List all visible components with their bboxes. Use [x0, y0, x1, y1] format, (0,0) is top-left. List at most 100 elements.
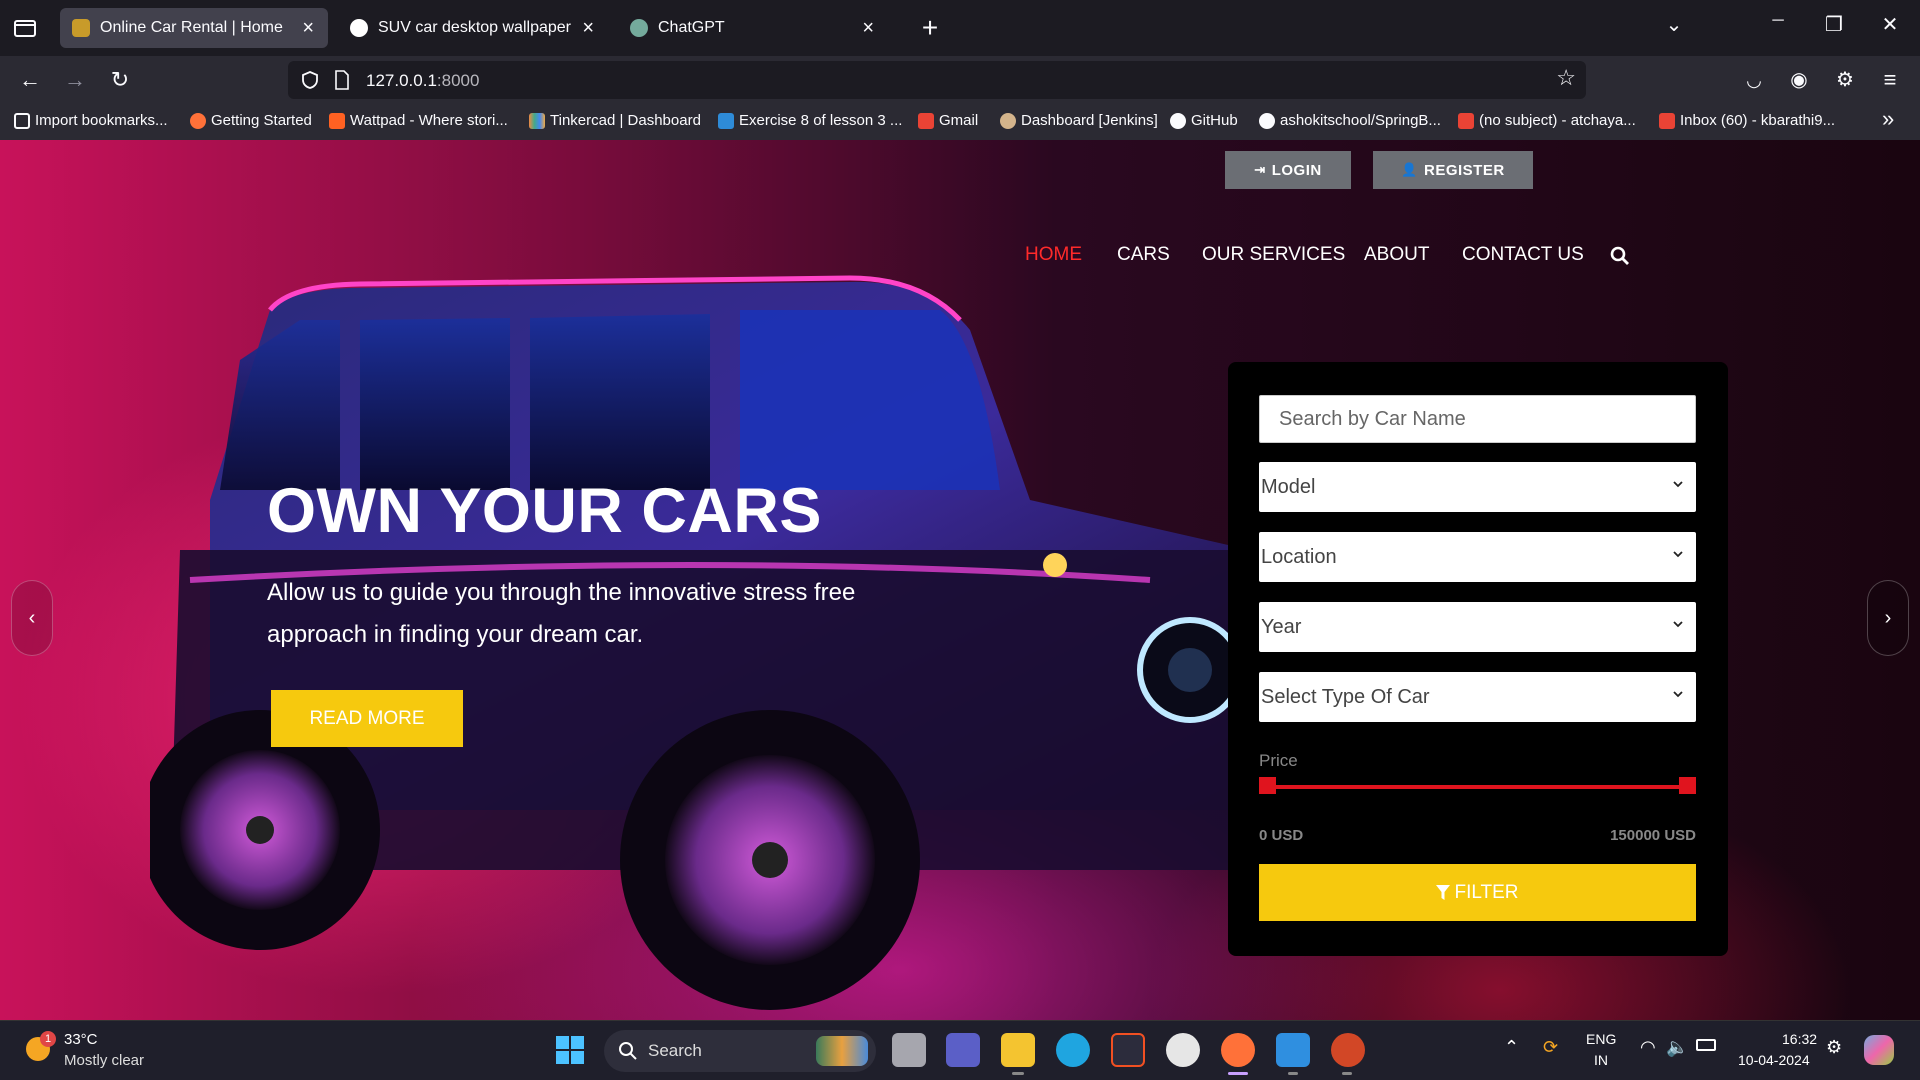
forward-arrow-icon[interactable]: → [61, 66, 89, 94]
price-label: Price [1259, 751, 1298, 770]
search-icon[interactable] [1610, 246, 1630, 266]
bookmark-import[interactable]: Import bookmarks... [14, 112, 168, 129]
pocket-icon[interactable]: ◡ [1740, 66, 1768, 94]
url-port: :8000 [436, 71, 480, 90]
price-max-handle[interactable] [1679, 777, 1696, 794]
chevron-down-icon [1673, 551, 1683, 558]
notification-settings-icon[interactable]: ⚙ [1826, 1037, 1842, 1058]
powerpoint-icon[interactable] [1331, 1033, 1365, 1067]
car-filter-panel: Search by Car Name Model Location Year S… [1228, 362, 1728, 956]
chevron-right-icon: › [1884, 606, 1892, 629]
import-icon [14, 112, 30, 129]
nav-our-services[interactable]: OUR SERVICES [1202, 244, 1345, 266]
sync-icon[interactable]: ⟳ [1543, 1037, 1558, 1058]
reload-icon[interactable]: ↻ [106, 66, 134, 94]
price-min-handle[interactable] [1259, 777, 1276, 794]
bookmark-wattpad[interactable]: Wattpad - Where stori... [329, 112, 508, 129]
carousel-next-button[interactable]: › [1867, 580, 1909, 656]
menu-icon[interactable]: ≡ [1876, 66, 1904, 94]
language-indicator[interactable]: ENG [1586, 1031, 1616, 1047]
bookmark-tinkercad[interactable]: Tinkercad | Dashboard [529, 112, 701, 129]
chatgpt-favicon-icon [630, 19, 648, 37]
search-icon [619, 1042, 637, 1060]
register-button[interactable]: 👤 REGISTER [1373, 151, 1533, 189]
weather-widget[interactable]: 1 [22, 1031, 56, 1065]
bookmark-label: Tinkercad | Dashboard [550, 112, 701, 129]
nav-cars[interactable]: CARS [1117, 244, 1170, 266]
battery-icon[interactable] [1696, 1039, 1716, 1051]
bookmark-jenkins[interactable]: Dashboard [Jenkins] [1000, 112, 1158, 129]
bookmarks-overflow-icon[interactable]: » [1882, 106, 1894, 132]
bookmark-label: Import bookmarks... [35, 112, 168, 129]
tab-title: Online Car Rental | Home [100, 19, 283, 36]
year-select[interactable]: Year [1259, 602, 1696, 652]
login-button[interactable]: ⇥ LOGIN [1225, 151, 1351, 189]
user-plus-icon: 👤 [1401, 162, 1418, 177]
tab-close-icon[interactable]: × [582, 18, 594, 38]
price-min-value: 0 USD [1259, 827, 1304, 844]
bookmark-star-icon[interactable]: ☆ [1556, 65, 1576, 91]
chevron-up-icon[interactable]: ⌃ [1504, 1037, 1519, 1058]
tab-list-icon[interactable] [12, 16, 38, 40]
chevron-left-icon: ‹ [28, 606, 36, 629]
tab-chatgpt[interactable]: ChatGPT × [618, 8, 888, 48]
tab-online-car-rental[interactable]: Online Car Rental | Home × [60, 8, 328, 48]
filter-button[interactable]: FILTER [1259, 864, 1696, 921]
github-icon [1259, 112, 1275, 129]
location-select[interactable]: Location [1259, 532, 1696, 582]
bookmark-ashokitschool[interactable]: ashokitschool/SpringB... [1259, 112, 1441, 129]
minimize-button[interactable]: ─ [1758, 12, 1798, 30]
bookmark-exercise[interactable]: Exercise 8 of lesson 3 ... [718, 112, 902, 129]
select-value: Select Type Of Car [1261, 685, 1430, 708]
windows-start-icon[interactable] [555, 1035, 589, 1069]
task-view-icon[interactable] [892, 1033, 926, 1067]
bookmark-github[interactable]: GitHub [1170, 112, 1238, 129]
chevron-down-icon [1673, 691, 1683, 698]
nav-home[interactable]: HOME [1025, 244, 1082, 266]
extensions-icon[interactable]: ⚙ [1831, 66, 1859, 94]
tab-close-icon[interactable]: × [862, 18, 874, 38]
nav-about[interactable]: ABOUT [1364, 244, 1429, 266]
close-window-button[interactable]: ✕ [1870, 12, 1910, 37]
shield-icon[interactable] [300, 70, 320, 90]
clock-date[interactable]: 10-04-2024 [1738, 1052, 1810, 1068]
new-tab-button[interactable]: + [912, 10, 948, 46]
bookmark-getting-started[interactable]: Getting Started [190, 112, 312, 129]
nav-contact-us[interactable]: CONTACT US [1462, 244, 1584, 266]
model-select[interactable]: Model [1259, 462, 1696, 512]
volume-icon[interactable]: 🔈 [1666, 1037, 1688, 1058]
tab-suv-wallpaper[interactable]: SUV car desktop wallpaper - Go × [338, 8, 608, 48]
firefox-icon[interactable] [1221, 1033, 1255, 1067]
gmail-icon [1458, 112, 1474, 129]
bookmark-gmail[interactable]: Gmail [918, 112, 978, 129]
file-explorer-icon[interactable] [1001, 1033, 1035, 1067]
github-icon [1170, 112, 1186, 129]
bookmark-no-subject[interactable]: (no subject) - atchaya... [1458, 112, 1636, 129]
vscode-icon[interactable] [1276, 1033, 1310, 1067]
tab-close-icon[interactable]: × [302, 18, 314, 38]
login-label: LOGIN [1271, 161, 1322, 179]
url-text[interactable]: 127.0.0.1:8000 [366, 71, 479, 91]
price-range-track[interactable] [1259, 785, 1696, 789]
wifi-icon[interactable]: ◠ [1640, 1037, 1656, 1058]
carousel-prev-button[interactable]: ‹ [11, 580, 53, 656]
dell-icon[interactable] [1166, 1033, 1200, 1067]
tinkercad-icon [529, 112, 545, 129]
clock-time[interactable]: 16:32 [1782, 1031, 1817, 1047]
edge-icon[interactable] [1056, 1033, 1090, 1067]
select-value: Location [1261, 545, 1337, 568]
bookmark-inbox[interactable]: Inbox (60) - kbarathi9... [1659, 112, 1835, 129]
microsoft-store-icon[interactable] [1111, 1033, 1145, 1067]
car-name-search-input[interactable]: Search by Car Name [1259, 395, 1696, 443]
taskbar-search-box[interactable]: Search [604, 1030, 876, 1072]
car-type-select[interactable]: Select Type Of Car [1259, 672, 1696, 722]
browser-nav-bar: ← → ↻ 127.0.0.1:8000 ☆ ◡ ◉ ⚙ ≡ [0, 56, 1920, 104]
address-bar[interactable]: 127.0.0.1:8000 ☆ [288, 61, 1586, 99]
copilot-icon[interactable] [1864, 1035, 1894, 1065]
teams-icon[interactable] [946, 1033, 980, 1067]
read-more-button[interactable]: READ MORE [271, 690, 463, 747]
list-all-tabs-button[interactable]: ⌄ [1654, 12, 1694, 37]
back-arrow-icon[interactable]: ← [16, 66, 44, 94]
account-icon[interactable]: ◉ [1785, 66, 1813, 94]
restore-button[interactable]: ❐ [1814, 12, 1854, 37]
